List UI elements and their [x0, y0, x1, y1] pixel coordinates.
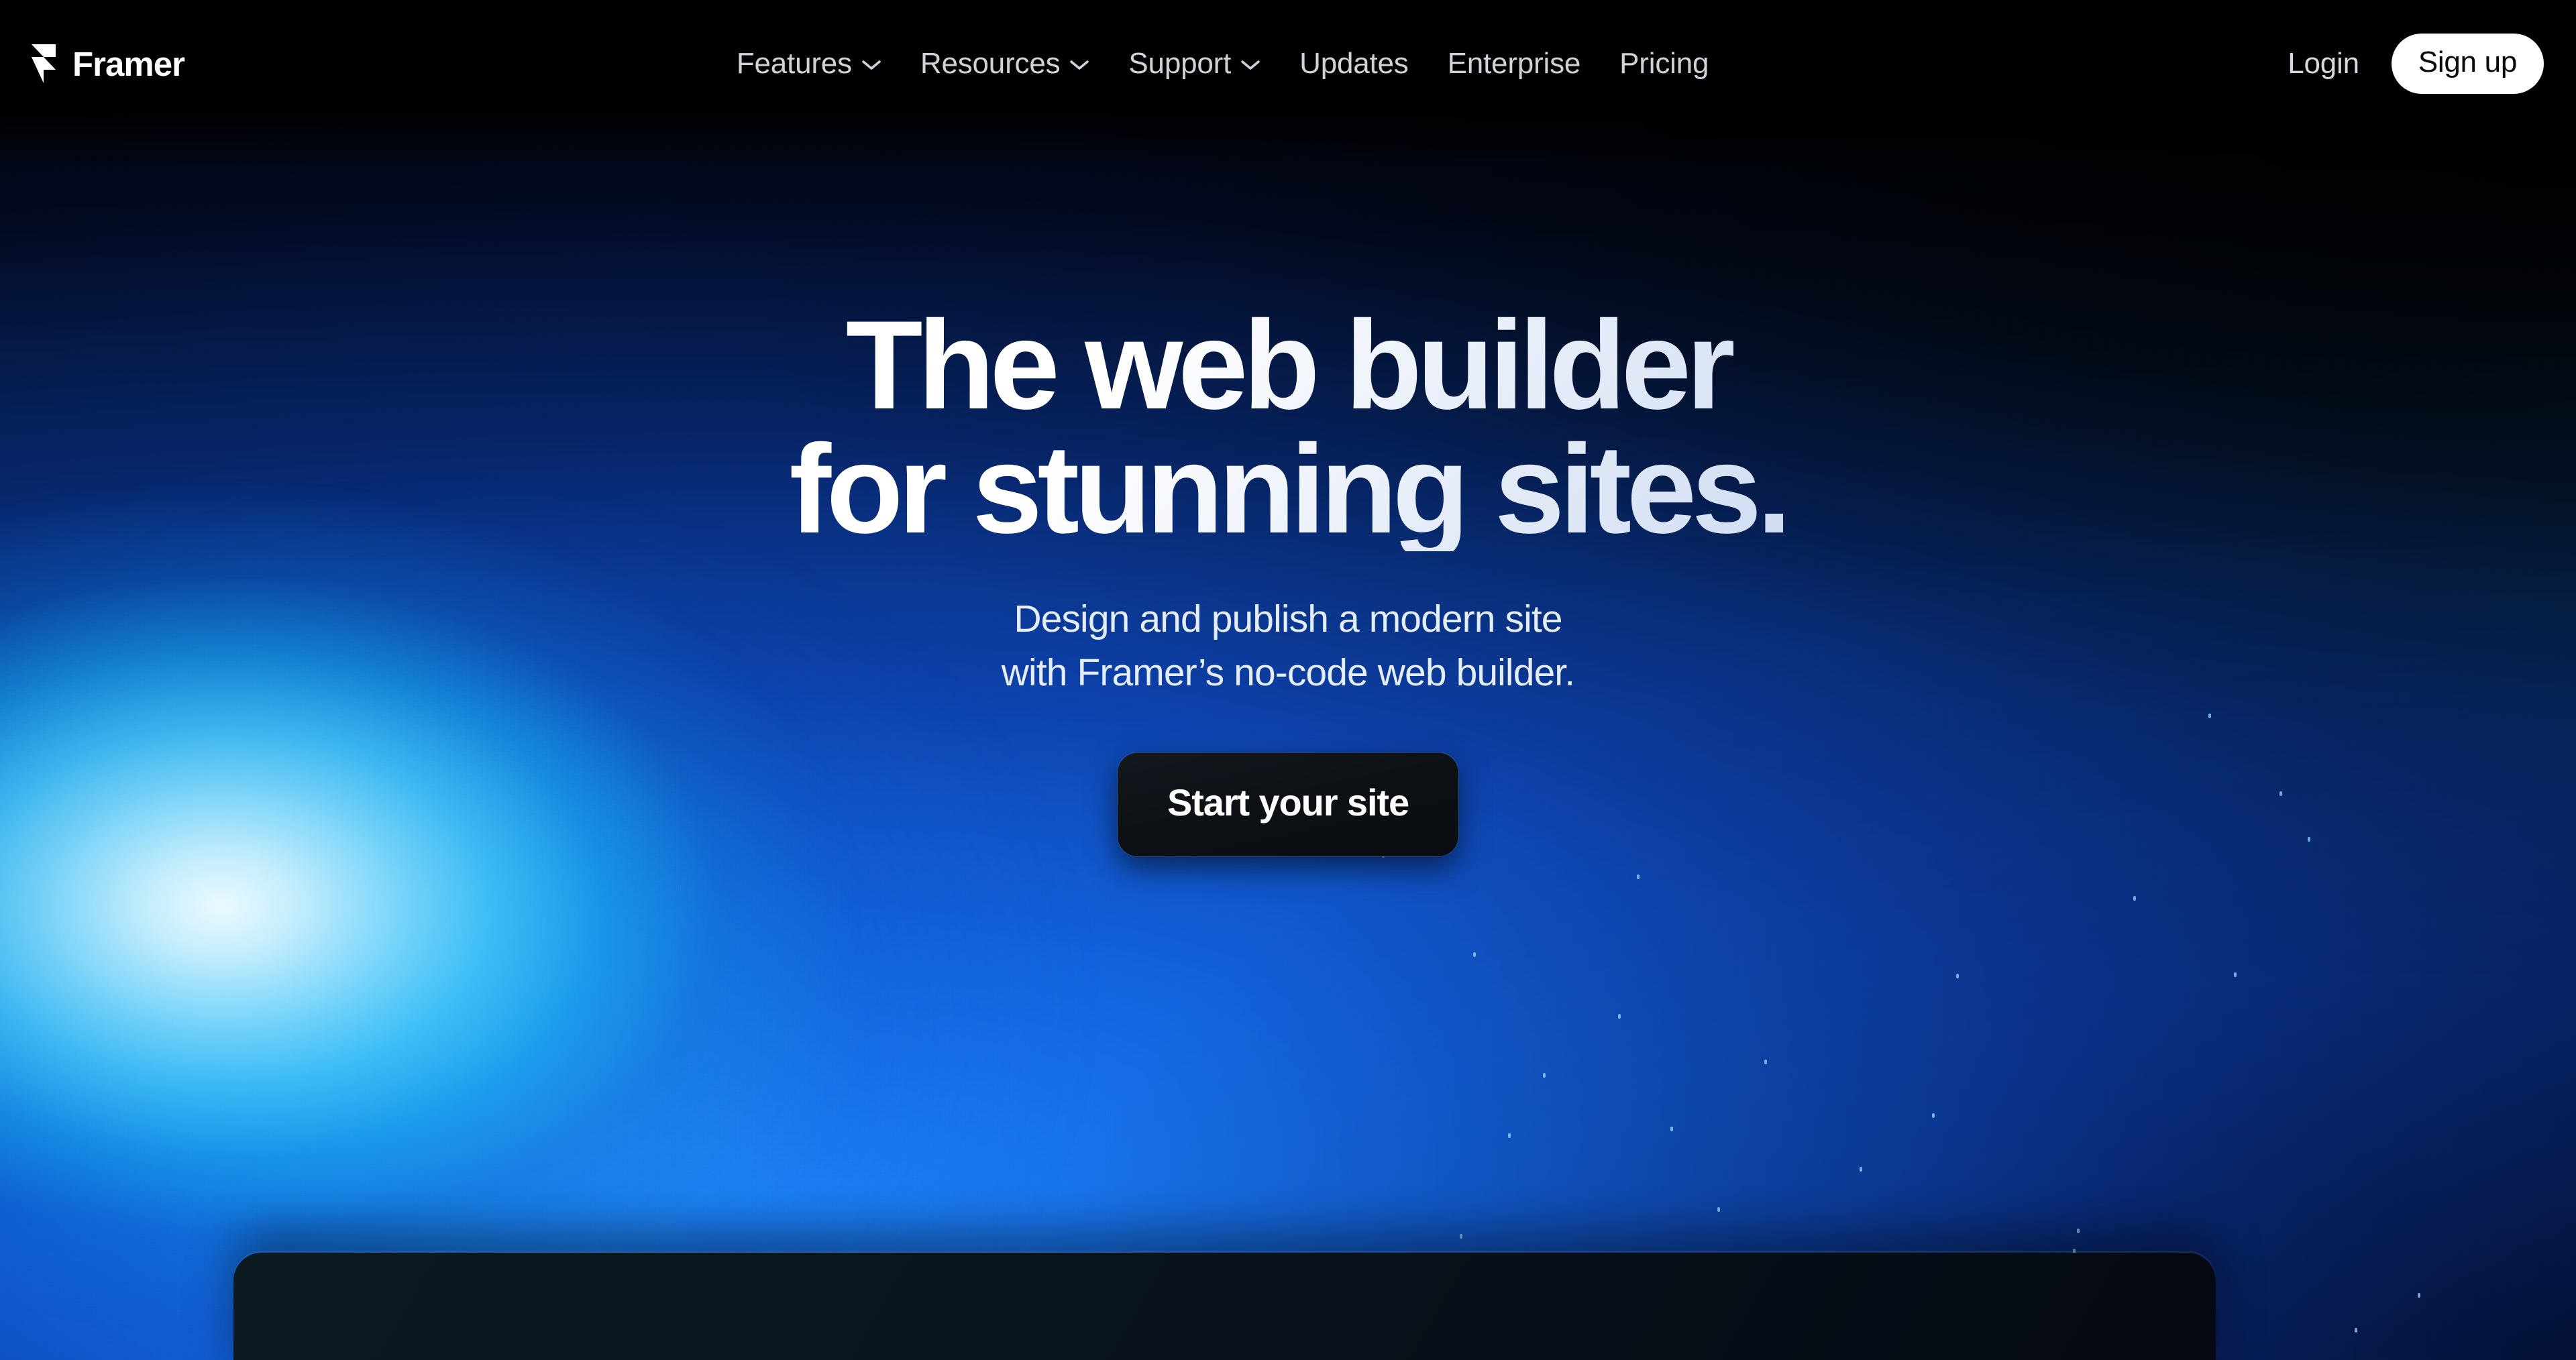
start-your-site-button[interactable]: Start your site [1117, 752, 1459, 856]
headline-line-1: The web builder [845, 294, 1731, 435]
hero-content: The web builder for stunning sites. Desi… [0, 0, 2576, 856]
nav-item-pricing[interactable]: Pricing [1619, 47, 1709, 80]
chevron-down-icon [1070, 60, 1089, 70]
nav-item-enterprise[interactable]: Enterprise [1448, 47, 1581, 80]
nav-item-features[interactable]: Features [737, 47, 881, 80]
cta-container: Start your site [0, 752, 2576, 856]
nav-item-label: Features [736, 47, 852, 80]
nav-item-label: Updates [1299, 47, 1409, 80]
product-preview-panel[interactable] [233, 1253, 2216, 1360]
nav-item-label: Support [1128, 47, 1232, 80]
nav-item-resources[interactable]: Resources [920, 47, 1090, 80]
nav-item-support[interactable]: Support [1128, 47, 1260, 80]
login-link[interactable]: Login [2288, 47, 2359, 80]
nav-actions: Login Sign up [2288, 34, 2544, 94]
nav-item-label: Resources [920, 47, 1061, 80]
nav-item-label: Enterprise [1447, 47, 1581, 80]
headline-line-2: for stunning sites. [789, 418, 1787, 560]
hero-stage: Framer Features Resources Support Update… [0, 0, 2576, 1360]
nav-links: Features Resources Support Updates Enter… [158, 47, 2288, 80]
hero-subtitle: Design and publish a modern site with Fr… [0, 593, 2576, 700]
top-navigation-bar: Framer Features Resources Support Update… [0, 0, 2576, 127]
subhead-line-2: with Framer’s no-code web builder. [1001, 651, 1575, 695]
nav-item-updates[interactable]: Updates [1299, 47, 1409, 80]
nav-item-label: Pricing [1619, 47, 1709, 80]
signup-button[interactable]: Sign up [2391, 34, 2544, 94]
subhead-line-1: Design and publish a modern site [1014, 598, 1562, 641]
page-title: The web builder for stunning sites. [0, 303, 2576, 551]
chevron-down-icon [862, 60, 881, 70]
framer-logo-icon [32, 44, 56, 83]
chevron-down-icon [1241, 60, 1260, 70]
